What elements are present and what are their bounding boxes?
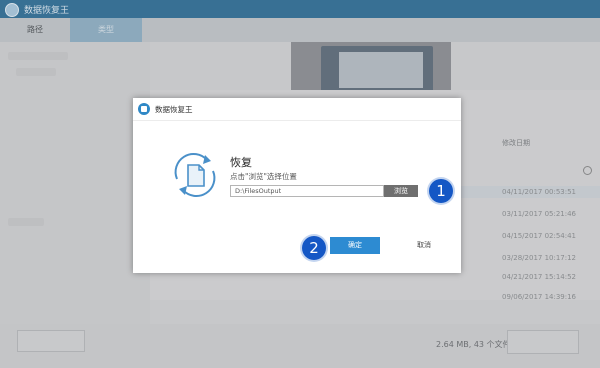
dialog-title: 数据恢复王 — [155, 105, 193, 114]
cancel-button[interactable]: 取消 — [399, 237, 449, 254]
output-path-input[interactable] — [230, 185, 384, 197]
dialog-heading: 恢复 — [230, 156, 252, 169]
confirm-button[interactable]: 确定 — [330, 237, 380, 254]
step-marker-2: 2 — [302, 236, 326, 260]
dialog-titlebar: 数据恢复王 — [133, 98, 461, 121]
restore-file-icon — [174, 153, 216, 197]
location-hint: 点击"浏览"选择位置 — [230, 172, 297, 181]
browse-button[interactable]: 浏览 — [384, 185, 418, 197]
recover-dialog: 数据恢复王 恢复 点击"浏览"选择位置 浏览 确定 取消 — [133, 98, 461, 273]
app-logo-icon — [138, 103, 150, 115]
step-marker-1: 1 — [429, 179, 453, 203]
